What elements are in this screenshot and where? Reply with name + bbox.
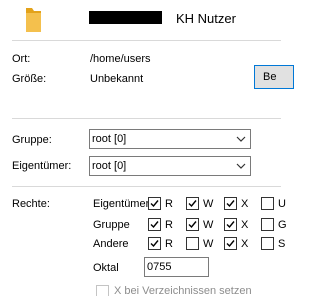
calculate-button[interactable]: Be [254, 65, 294, 89]
perm-other-w-checkbox[interactable] [186, 237, 199, 250]
checkmark-icon [226, 200, 235, 208]
size-label: Größe: [12, 73, 47, 85]
perm-owner-w-label: W [203, 198, 214, 210]
group-combobox[interactable]: root [0] [89, 129, 251, 149]
perm-row-other-label: Andere [93, 238, 129, 250]
owner-combobox[interactable]: root [0] [89, 156, 251, 176]
perm-row-owner-label: Eigentümer [93, 198, 150, 210]
perm-owner-extra-checkbox[interactable] [261, 197, 274, 210]
separator [12, 40, 281, 41]
perm-other-x-label: X [241, 238, 249, 250]
perm-owner-extra-label: U [278, 198, 286, 210]
perm-group-extra-checkbox[interactable] [261, 218, 274, 231]
separator [12, 186, 281, 187]
checkmark-icon [188, 200, 197, 208]
octal-label: Oktal [93, 262, 119, 274]
perm-owner-r-checkbox[interactable] [148, 197, 161, 210]
owner-label: Eigentümer: [12, 160, 72, 172]
redacted-region [89, 11, 162, 24]
perm-owner-w-checkbox[interactable] [186, 197, 199, 210]
checkmark-icon [150, 240, 159, 248]
perm-other-r-checkbox[interactable] [148, 237, 161, 250]
folder-icon [26, 8, 41, 32]
perm-owner-r-label: R [165, 198, 173, 210]
size-value: Unbekannt [90, 73, 144, 85]
location-value: /home/users [90, 53, 151, 65]
group-label: Gruppe: [12, 134, 52, 146]
permissions-label: Rechte: [12, 198, 50, 210]
perm-other-extra-label: S [278, 238, 286, 250]
perm-group-r-label: R [165, 219, 173, 231]
separator [12, 118, 281, 119]
perm-other-w-label: W [203, 238, 214, 250]
location-label: Ort: [12, 53, 31, 65]
chevron-down-icon [236, 136, 246, 142]
perm-owner-x-label: X [241, 198, 249, 210]
perm-group-w-label: W [203, 219, 214, 231]
owner-combobox-value: root [0] [92, 160, 127, 172]
folder-name: KH Nutzer [176, 11, 236, 26]
perm-group-x-checkbox[interactable] [224, 218, 237, 231]
chevron-down-icon [236, 163, 246, 169]
perm-other-extra-checkbox[interactable] [261, 237, 274, 250]
perm-group-extra-label: G [278, 219, 287, 231]
perm-row-group-label: Gruppe [93, 219, 130, 231]
perm-owner-x-checkbox[interactable] [224, 197, 237, 210]
checkmark-icon [226, 221, 235, 229]
perm-group-x-label: X [241, 219, 249, 231]
perm-other-r-label: R [165, 238, 173, 250]
octal-input[interactable]: 0755 [144, 257, 209, 277]
perm-group-r-checkbox[interactable] [148, 218, 161, 231]
dir-x-label: X bei Verzeichnissen setzen [114, 285, 252, 296]
dir-x-checkbox[interactable] [96, 285, 109, 296]
perm-other-x-checkbox[interactable] [224, 237, 237, 250]
perm-group-w-checkbox[interactable] [186, 218, 199, 231]
checkmark-icon [150, 200, 159, 208]
group-combobox-value: root [0] [92, 133, 127, 145]
checkmark-icon [226, 240, 235, 248]
checkmark-icon [188, 221, 197, 229]
checkmark-icon [150, 221, 159, 229]
